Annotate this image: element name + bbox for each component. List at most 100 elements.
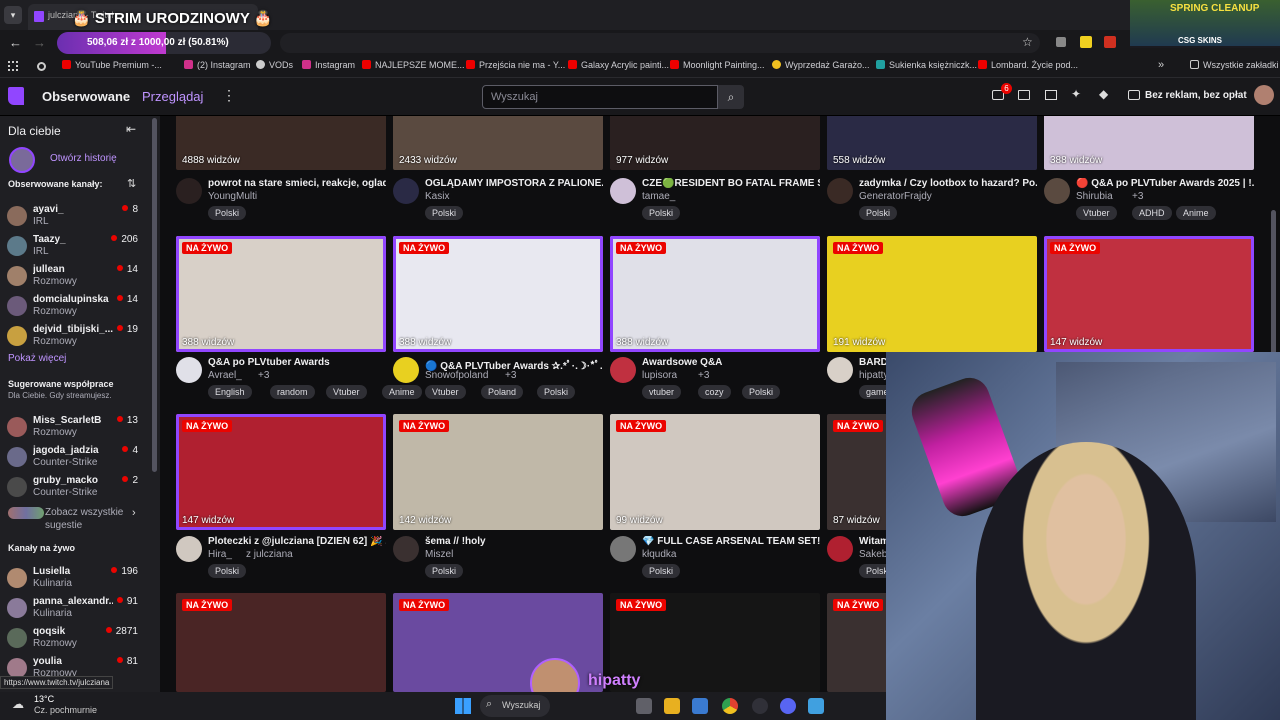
bookmark-youtube[interactable]: YouTube Premium -... xyxy=(62,60,162,70)
stream-title[interactable]: 💎 FULL CASE ARSENAL TEAM SET! B... xyxy=(642,536,820,547)
collab-extra[interactable]: z julcziana xyxy=(246,549,293,560)
sidebar-channel[interactable]: qoqsik Rozmowy 2871 xyxy=(0,623,150,653)
obs-icon[interactable] xyxy=(752,698,768,714)
turbo-label[interactable]: Bez reklam, bez opłat xyxy=(1145,90,1247,101)
streamer-avatar[interactable] xyxy=(176,357,202,383)
streamer-avatar[interactable] xyxy=(176,178,202,204)
nav-browse[interactable]: Przeglądaj xyxy=(142,89,203,104)
bookmark-instagram-2[interactable]: (2) Instagram xyxy=(184,60,251,70)
stream-tag[interactable]: ADHD xyxy=(1132,206,1172,220)
apps-grid-icon[interactable] xyxy=(8,61,18,71)
streamer-name[interactable]: GeneratorFrajdy xyxy=(859,191,932,202)
stream-tag[interactable]: Anime xyxy=(382,385,422,399)
bookmark-lombard[interactable]: Lombard. Życie pod... xyxy=(978,60,1078,70)
open-history-link[interactable]: Otwórz historię xyxy=(50,153,117,164)
stream-thumbnail[interactable]: NA ŻYWO 147 widzów xyxy=(1044,236,1254,352)
collab-extra[interactable]: +3 xyxy=(505,370,516,381)
bookmark-vods[interactable]: VODs xyxy=(256,60,293,70)
streamer-name[interactable]: Snowofpoland xyxy=(425,370,488,381)
sidebar-scrollbar[interactable] xyxy=(152,118,157,472)
leaderboard-icon[interactable]: ✦ xyxy=(1071,87,1081,101)
chrome-taskbar-icon[interactable] xyxy=(722,698,738,714)
stream-title[interactable]: CZE🟢RESIDENT BO FATAL FRAME S... xyxy=(642,178,820,189)
stream-title[interactable]: powrot na stare smieci, reakcje, oglad..… xyxy=(208,178,386,189)
url-field[interactable] xyxy=(280,33,1040,53)
stream-tag[interactable]: Polski xyxy=(642,206,681,220)
chrome-icon[interactable] xyxy=(37,62,46,71)
extension-red-icon[interactable] xyxy=(1104,36,1116,48)
sidebar-channel[interactable]: dejvid_tibijski_... Rozmowy 19 xyxy=(0,321,150,351)
windows-start-icon[interactable] xyxy=(455,698,471,714)
more-bookmarks-chevron-icon[interactable]: » xyxy=(1158,59,1164,71)
stream-tag[interactable]: Polski xyxy=(208,206,247,220)
search-button[interactable]: ⌕ xyxy=(718,85,744,109)
bookmark-star-icon[interactable]: ☆ xyxy=(1022,35,1033,49)
collab-extra[interactable]: +3 xyxy=(698,370,709,381)
stream-title[interactable]: 🔴 Q&A po PLVTuber Awards 2025 | !... xyxy=(1076,178,1254,189)
stream-thumbnail[interactable]: 2433 widzów xyxy=(393,116,603,170)
streamer-name[interactable]: Avrael_ xyxy=(208,370,242,381)
bookmark-moonlight[interactable]: Moonlight Painting... xyxy=(670,60,765,70)
stream-thumbnail[interactable]: 4888 widzów xyxy=(176,116,386,170)
stream-title[interactable]: OGLĄDAMY IMPOSTORA Z PALIONE... xyxy=(425,178,603,189)
task-view-icon[interactable] xyxy=(636,698,652,714)
show-more-link[interactable]: Pokaż więcej xyxy=(8,353,66,364)
stream-tag[interactable]: Polski xyxy=(859,206,898,220)
stream-tag[interactable]: cozy xyxy=(698,385,731,399)
stream-title[interactable]: zadymka / Czy lootbox to hazard? Po... xyxy=(859,178,1037,189)
stream-title[interactable]: Q&A po PLVtuber Awards xyxy=(208,357,386,368)
stream-tag[interactable]: Anime xyxy=(1176,206,1216,220)
mail-icon[interactable] xyxy=(1018,90,1030,100)
streamer-name[interactable]: hipatty xyxy=(859,370,888,381)
streamer-name[interactable]: Hira_ xyxy=(208,549,232,560)
extension-icon[interactable] xyxy=(1056,37,1066,47)
streamer-avatar[interactable] xyxy=(393,178,419,204)
sidebar-channel[interactable]: jagoda_jadzia Counter-Strike 4 xyxy=(0,442,150,472)
stream-tag[interactable]: random xyxy=(270,385,315,399)
sidebar-channel[interactable]: ayavi_ IRL 8 xyxy=(0,201,150,231)
streamer-name[interactable]: kłqudka xyxy=(642,549,676,560)
whispers-icon[interactable] xyxy=(1045,90,1057,100)
sidebar-channel[interactable]: Lusiella Kulinaria 196 xyxy=(0,563,150,593)
streamer-name[interactable]: lupisora xyxy=(642,370,677,381)
sidebar-channel[interactable]: panna_alexandr... Kulinaria 91 xyxy=(0,593,150,623)
streamer-name[interactable]: Miszel xyxy=(425,549,453,560)
streamer-avatar[interactable] xyxy=(393,357,419,383)
tab-list-button[interactable]: ▾ xyxy=(4,6,22,24)
stream-thumbnail[interactable]: NA ŻYWO 147 widzów xyxy=(176,414,386,530)
sort-icon[interactable]: ⇅ xyxy=(127,177,136,190)
stream-thumbnail[interactable]: 558 widzów xyxy=(827,116,1037,170)
stream-tag[interactable]: Vtuber xyxy=(1076,206,1117,220)
bits-icon[interactable]: ◆ xyxy=(1099,87,1108,101)
bookmark-sukienka[interactable]: Sukienka księżniczk... xyxy=(876,60,977,70)
sidebar-channel[interactable]: jullean Rozmowy 14 xyxy=(0,261,150,291)
stream-tag[interactable]: Polski xyxy=(425,206,464,220)
stream-thumbnail[interactable]: 388 widzów xyxy=(1044,116,1254,170)
stream-title[interactable]: Awardsowe Q&A xyxy=(642,357,820,368)
streamer-avatar[interactable] xyxy=(610,536,636,562)
stream-tag[interactable]: Poland xyxy=(481,385,524,399)
stream-tag[interactable]: Polski xyxy=(208,564,247,578)
sidebar-channel[interactable]: gruby_macko Counter-Strike 2 xyxy=(0,472,150,502)
streamer-name[interactable]: YoungMulti xyxy=(208,191,257,202)
streamer-avatar[interactable] xyxy=(827,357,853,383)
search-input[interactable]: Wyszukaj xyxy=(482,85,718,109)
streamer-avatar[interactable] xyxy=(1044,178,1070,204)
stream-thumbnail[interactable]: NA ŻYWO xyxy=(176,593,386,692)
streamer-avatar[interactable] xyxy=(827,536,853,562)
stream-thumbnail[interactable]: 977 widzów xyxy=(610,116,820,170)
store-icon[interactable] xyxy=(692,698,708,714)
streamer-name[interactable]: Kasix xyxy=(425,191,449,202)
turbo-icon[interactable] xyxy=(1128,90,1140,100)
stream-thumbnail[interactable]: NA ŻYWO 142 widzów xyxy=(393,414,603,530)
weather-temp[interactable]: 13°C xyxy=(34,694,54,704)
stream-tag[interactable]: Polski xyxy=(537,385,576,399)
stream-tag[interactable]: Vtuber xyxy=(326,385,367,399)
stream-thumbnail[interactable]: NA ŻYWO 388 widzów xyxy=(610,236,820,352)
sidebar-channel[interactable]: Miss_ScarletB Rozmowy 13 xyxy=(0,412,150,442)
stream-tag[interactable]: vtuber xyxy=(642,385,682,399)
see-all-suggestions[interactable]: Zobacz wszystkie sugestie › xyxy=(8,505,148,533)
streamer-avatar[interactable] xyxy=(610,178,636,204)
stream-tag[interactable]: Polski xyxy=(642,564,681,578)
streamer-name[interactable]: Shirubia xyxy=(1076,191,1113,202)
